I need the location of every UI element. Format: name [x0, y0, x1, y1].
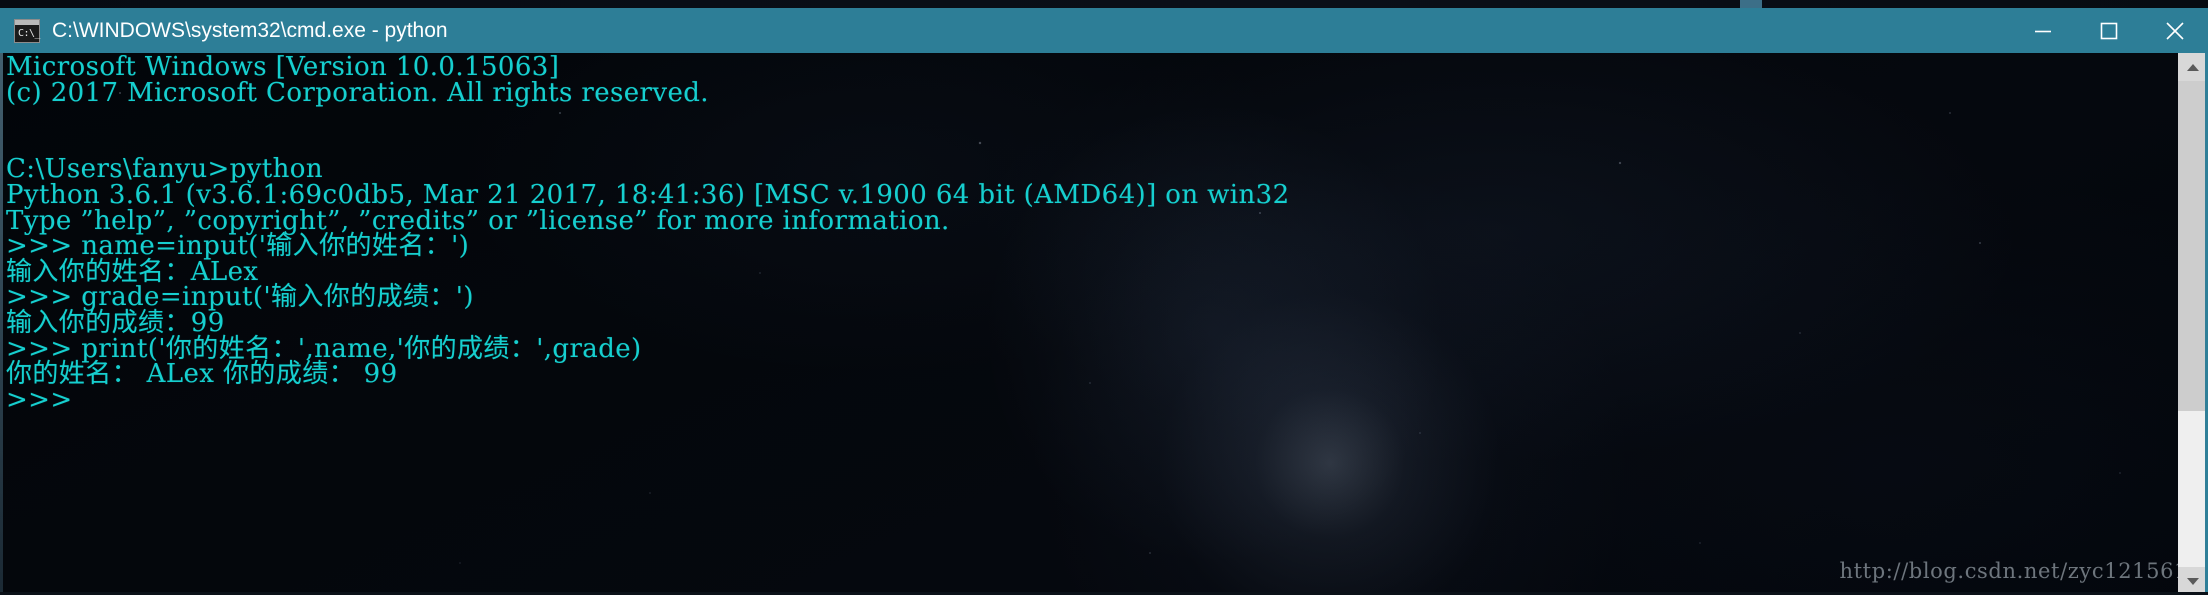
scroll-down-arrow-icon — [2187, 577, 2199, 585]
maximize-button[interactable] — [2076, 8, 2142, 53]
taskbar-sliver — [1740, 0, 1762, 8]
console-line: Python 3.6.1 (v3.6.1:69c0db5, Mar 21 201… — [6, 179, 1290, 210]
window-titlebar[interactable]: C:\_ C:\WINDOWS\system32\cmd.exe - pytho… — [0, 8, 2208, 53]
console-line: (c) 2017 Microsoft Corporation. All righ… — [6, 77, 709, 108]
console-line: Microsoft Windows [Version 10.0.15063] — [6, 53, 560, 82]
vertical-scrollbar[interactable] — [2178, 53, 2208, 595]
console-line: 你的姓名： ALex 你的成绩： 99 — [6, 359, 398, 390]
window-controls — [2010, 8, 2208, 53]
desktop-top-strip — [0, 0, 2208, 8]
console-line: >>> name=input('输入你的姓名：') — [6, 231, 470, 262]
console-line: 输入你的成绩：99 — [6, 307, 225, 338]
terminal-body[interactable]: Microsoft Windows [Version 10.0.15063] (c… — [0, 53, 2208, 595]
cmd-icon-prompt-text: C:\_ — [18, 27, 41, 39]
scroll-up-arrow-icon — [2187, 63, 2199, 71]
scrollbar-track[interactable] — [2178, 81, 2208, 567]
scrollbar-thumb[interactable] — [2178, 81, 2208, 411]
console-output: Microsoft Windows [Version 10.0.15063] (c… — [6, 53, 2168, 415]
console-line: >>> grade=input('输入你的成绩：') — [6, 282, 474, 313]
close-button[interactable] — [2142, 8, 2208, 53]
console-line: >>> — [6, 384, 73, 415]
cmd-icon-titlebar-stripe — [15, 19, 39, 25]
watermark-text: http://blog.csdn.net/zyc121561 — [1839, 559, 2188, 583]
minimize-icon — [2035, 30, 2051, 32]
cmd-window: C:\_ C:\WINDOWS\system32\cmd.exe - pytho… — [0, 8, 2208, 595]
console-left-edge — [0, 53, 3, 595]
close-icon — [2166, 21, 2184, 40]
scroll-up-button[interactable] — [2178, 53, 2208, 81]
window-title-text: C:\WINDOWS\system32\cmd.exe - python — [52, 18, 448, 42]
cmd-icon: C:\_ — [14, 18, 41, 43]
scroll-down-button[interactable] — [2178, 567, 2208, 595]
titlebar-left-group: C:\_ C:\WINDOWS\system32\cmd.exe - pytho… — [0, 18, 2010, 43]
minimize-button[interactable] — [2010, 8, 2076, 53]
maximize-icon — [2100, 22, 2118, 39]
